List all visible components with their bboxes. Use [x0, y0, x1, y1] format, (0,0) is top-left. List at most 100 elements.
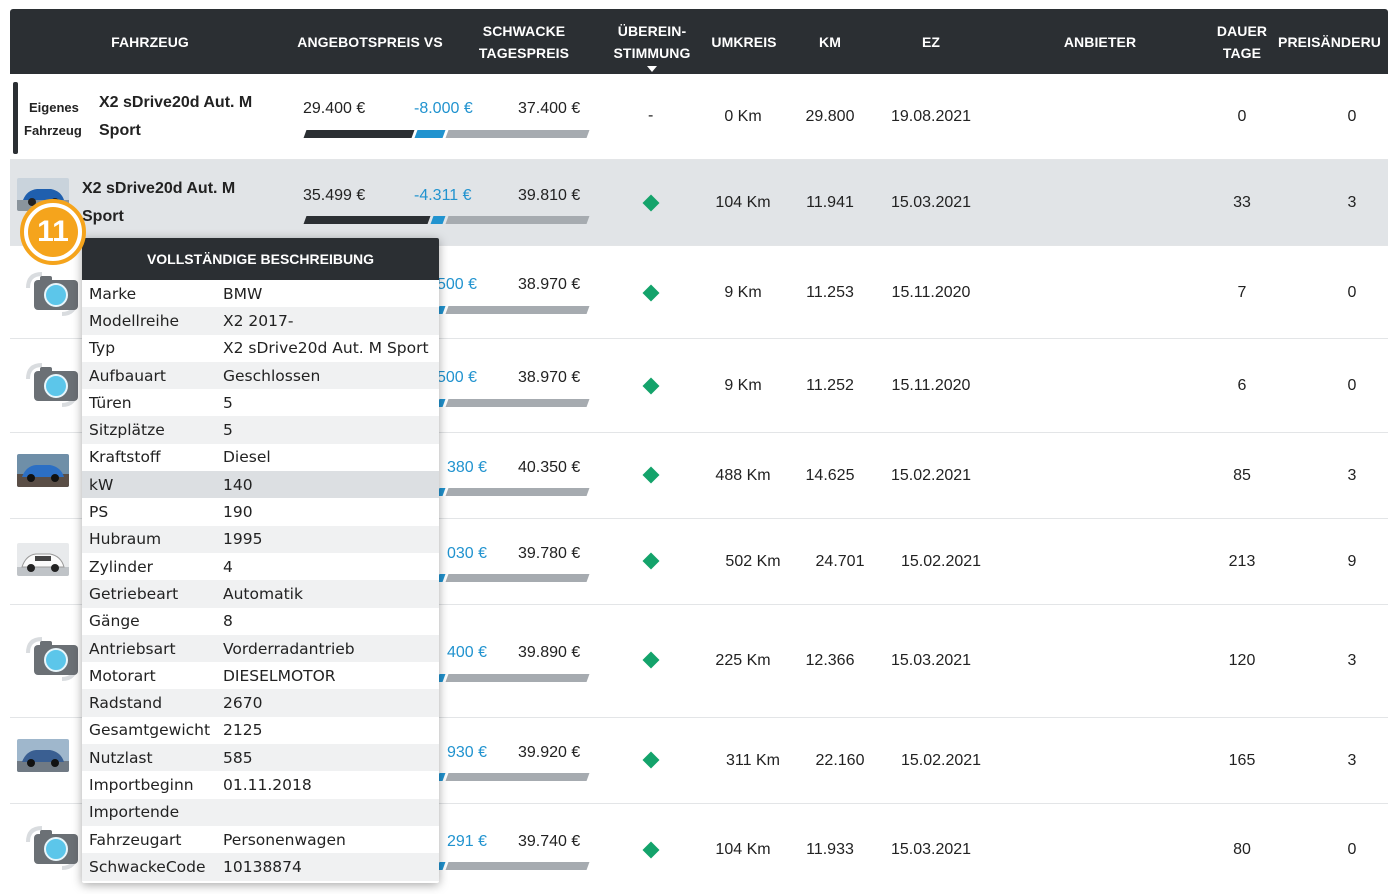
- camera-placeholder-icon: [24, 268, 84, 318]
- car-photo[interactable]: [17, 543, 69, 576]
- description-key: PS: [89, 503, 109, 522]
- car-photo[interactable]: [17, 454, 69, 487]
- vehicle-model[interactable]: X2 sDrive20d Aut. M Sport: [82, 175, 235, 231]
- description-row: PS 190: [82, 498, 439, 525]
- distance: 104 Km: [715, 841, 771, 858]
- description-row: Aufbauart Geschlossen: [82, 361, 439, 390]
- col-km[interactable]: KM: [800, 9, 860, 74]
- description-row: Typ X2 sDrive20d Aut. M Sport: [82, 335, 439, 362]
- price-difference: 400 €: [447, 644, 488, 661]
- description-value: 2670: [223, 694, 263, 713]
- price-changes: 0: [1347, 377, 1357, 394]
- price-changes: 0: [1347, 841, 1357, 858]
- col-ez[interactable]: EZ: [901, 9, 961, 74]
- col-dauer[interactable]: DAUER TAGE: [1205, 9, 1279, 74]
- description-key: Sitzplätze: [89, 421, 165, 440]
- own-vehicle-row[interactable]: Eigenes Fahrzeug X2 sDrive20d Aut. M Spor…: [10, 74, 1388, 160]
- price-difference: -4.311 €: [414, 187, 472, 204]
- offer-price: 29.400 €: [303, 100, 366, 117]
- schwacke-price: 37.400 €: [518, 100, 581, 117]
- camera-placeholder-icon: [24, 359, 84, 409]
- price-changes: 3: [1347, 752, 1357, 769]
- description-popup: VOLLSTÄNDIGE BESCHREIBUNG Marke BMW Modell…: [82, 238, 439, 883]
- col-uebereinstimmung[interactable]: ÜBEREIN- STIMMUNG: [602, 9, 702, 74]
- description-value: Geschlossen: [223, 366, 321, 385]
- description-key: Radstand: [89, 694, 163, 713]
- description-key: Kraftstoff: [89, 448, 161, 467]
- description-value: DIESELMOTOR: [223, 666, 336, 685]
- col-preisaenderung[interactable]: PREISÄNDERU: [1278, 9, 1388, 74]
- schwacke-price: 39.740 €: [518, 833, 581, 850]
- vehicle-model[interactable]: X2 sDrive20d Aut. M Sport: [99, 89, 252, 145]
- distance: 9 Km: [724, 377, 762, 394]
- distance: 104 Km: [715, 194, 771, 211]
- description-key: Hubraum: [89, 530, 162, 549]
- step-badge: 11: [20, 199, 86, 265]
- description-key: Getriebeart: [89, 584, 179, 603]
- price-difference: 030 €: [447, 545, 488, 562]
- duration-days: 165: [1228, 752, 1256, 769]
- description-row: Importbeginn 01.11.2018: [82, 771, 439, 798]
- match-diamond-icon: [642, 841, 660, 859]
- match-diamond-icon: [642, 466, 660, 484]
- description-value: Automatik: [223, 584, 303, 603]
- mileage: 11.941: [806, 194, 854, 211]
- price-difference: 930 €: [447, 744, 488, 761]
- description-value: 5: [223, 393, 233, 412]
- description-value: X2 2017-: [223, 311, 294, 330]
- description-key: Typ: [89, 339, 116, 358]
- first-registration: 15.03.2021: [890, 841, 972, 858]
- popup-body: Marke BMW Modellreihe X2 2017- Typ X2 sDrive2…: [82, 280, 439, 881]
- description-row: Türen 5: [82, 389, 439, 416]
- mileage: 24.701: [815, 553, 865, 570]
- col-anbieter[interactable]: ANBIETER: [1050, 9, 1150, 74]
- col-umkreis[interactable]: UMKREIS: [704, 9, 784, 74]
- duration-days: 80: [1233, 841, 1251, 858]
- description-key: Zylinder: [89, 557, 153, 576]
- price-comparison-bar: [303, 216, 590, 224]
- price-changes: 3: [1347, 467, 1357, 484]
- col-fahrzeug[interactable]: FAHRZEUG: [85, 9, 215, 74]
- description-row: Radstand 2670: [82, 689, 439, 717]
- duration-days: 213: [1228, 553, 1256, 570]
- first-registration: 19.08.2021: [890, 108, 972, 125]
- description-row: SchwackeCode 10138874: [82, 853, 439, 881]
- description-value: 5: [223, 421, 233, 440]
- description-key: Nutzlast: [89, 748, 153, 767]
- description-value: Vorderradantrieb: [223, 639, 355, 658]
- description-value: BMW: [223, 284, 263, 303]
- price-difference: 500 €: [437, 369, 478, 386]
- car-photo[interactable]: [17, 739, 69, 772]
- camera-placeholder-icon: [24, 822, 84, 872]
- description-value: 01.11.2018: [223, 775, 312, 794]
- sort-arrow-icon: [647, 66, 657, 72]
- schwacke-price: 39.810 €: [518, 187, 581, 204]
- duration-days: 7: [1237, 284, 1247, 301]
- description-row: Sitzplätze 5: [82, 416, 439, 444]
- description-value: 1995: [223, 530, 263, 549]
- schwacke-price: 39.920 €: [518, 744, 581, 761]
- description-value: X2 sDrive20d Aut. M Sport: [223, 339, 429, 358]
- mileage: 11.253: [806, 284, 854, 301]
- match-indicator: -: [648, 107, 654, 124]
- description-value: 585: [223, 748, 253, 767]
- distance: 488 Km: [715, 467, 771, 484]
- description-row: kW 140: [82, 471, 439, 499]
- col-angebotspreis[interactable]: ANGEBOTSPREIS VS: [290, 9, 450, 74]
- description-key: Türen: [89, 393, 132, 412]
- duration-days: 120: [1228, 652, 1256, 669]
- distance: 0 Km: [724, 108, 762, 125]
- description-key: Importbeginn: [89, 775, 194, 794]
- duration-days: 0: [1237, 108, 1247, 125]
- description-key: Importende: [89, 803, 180, 822]
- description-value: 190: [223, 503, 253, 522]
- table-row[interactable]: X2 sDrive20d Aut. M Sport 35.499 € -4.311…: [10, 160, 1388, 246]
- col-schwacke[interactable]: SCHWACKE TAGESPREIS: [470, 9, 578, 74]
- description-row: Nutzlast 585: [82, 744, 439, 772]
- description-row: Zylinder 4: [82, 553, 439, 580]
- description-key: Gesamtgewicht: [89, 721, 211, 740]
- schwacke-price: 38.970 €: [518, 369, 581, 386]
- price-difference: 291 €: [447, 833, 488, 850]
- description-row: Gänge 8: [82, 608, 439, 635]
- table-header: FAHRZEUG ANGEBOTSPREIS VS SCHWACKE TAGESP…: [10, 9, 1388, 74]
